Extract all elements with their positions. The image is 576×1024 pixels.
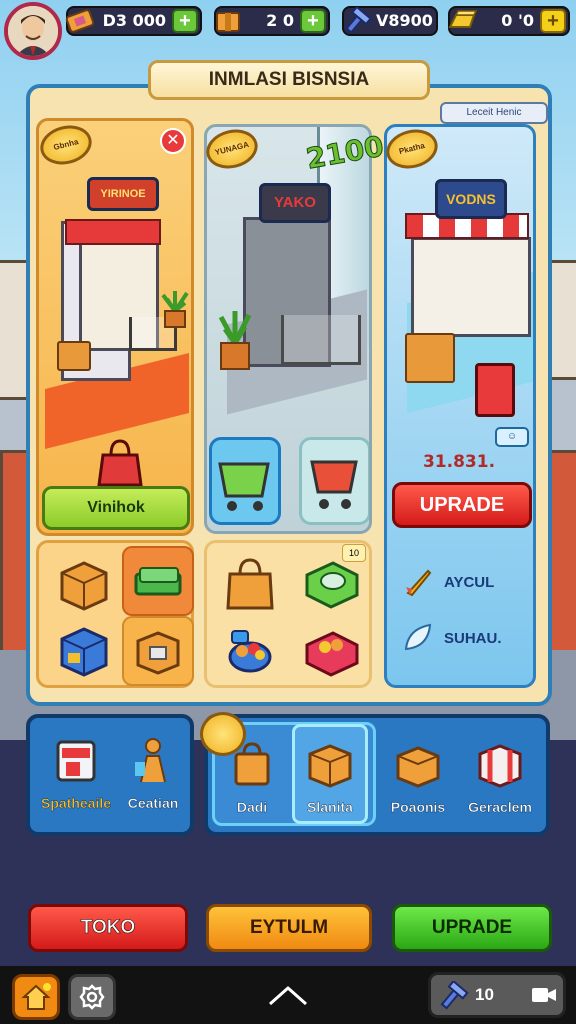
produce-tray-icon bbox=[305, 561, 359, 609]
potted-plant-icon bbox=[218, 311, 252, 370]
blue-package-icon bbox=[60, 627, 108, 677]
hammer-icon bbox=[440, 981, 469, 1010]
menu-item-store-label: Spatheaile bbox=[40, 795, 112, 811]
top-bar: D3 000 + 2 0 + V8900 0 '0 + bbox=[0, 0, 576, 64]
menu-badge bbox=[200, 712, 246, 756]
paper-bag-icon bbox=[226, 558, 274, 610]
menu-item-poaonis-label: Poaonis bbox=[390, 799, 446, 815]
info-tag: ☺ bbox=[495, 427, 529, 447]
tape-box-icon bbox=[136, 631, 180, 675]
menu-item-worker[interactable]: Ceatian bbox=[118, 734, 188, 811]
crates-value: 2 0 bbox=[266, 11, 294, 30]
menu-item-slanita[interactable]: Slanita bbox=[294, 738, 366, 815]
nav-resource: 10 bbox=[428, 972, 566, 1018]
rocket-icon bbox=[406, 569, 432, 597]
shop-sign-3: VODNS bbox=[435, 179, 507, 219]
avatar-portrait-icon bbox=[8, 6, 58, 56]
inventory-item-cash[interactable] bbox=[122, 546, 194, 616]
card-3-upgrade-button[interactable]: UPRADE bbox=[392, 482, 532, 528]
panel-tag: Leceit Henic bbox=[440, 102, 548, 124]
menu-item-geraclem[interactable]: Geraclem bbox=[462, 738, 538, 815]
cash-stack-icon bbox=[134, 567, 182, 596]
box-icon bbox=[308, 744, 352, 788]
inventory-item-bag[interactable] bbox=[214, 548, 286, 618]
tools-value: V8900 bbox=[376, 11, 433, 30]
tickets-value: D3 000 bbox=[102, 11, 166, 30]
video-camera-icon[interactable] bbox=[531, 985, 557, 1005]
box-icon bbox=[60, 561, 108, 611]
card-1-button[interactable]: Vinihok bbox=[42, 486, 190, 530]
add-gold-button[interactable]: + bbox=[540, 9, 566, 33]
inventory-item-crate-fruit[interactable] bbox=[296, 616, 368, 686]
nav-resource-value: 10 bbox=[475, 985, 494, 1004]
shop-card-2[interactable]: YAKO bbox=[204, 124, 372, 534]
cart-option-2[interactable] bbox=[299, 437, 369, 525]
shop-card-3[interactable]: VODNS ☺ bbox=[384, 124, 536, 688]
shop-sign-1: YIRINOE bbox=[87, 177, 159, 211]
inventory-item-package[interactable] bbox=[48, 614, 120, 684]
fruit-crate-icon bbox=[305, 631, 359, 677]
gold-value: 0 '0 bbox=[501, 11, 534, 30]
add-crates-button[interactable]: + bbox=[300, 9, 326, 33]
menu-item-geraclem-label: Geraclem bbox=[468, 799, 532, 815]
shelf-header bbox=[65, 219, 161, 245]
cart-option-1[interactable] bbox=[209, 437, 281, 525]
option-rocket-label: AYCUL bbox=[444, 573, 495, 591]
home-button[interactable] bbox=[12, 974, 60, 1020]
resource-crates: 2 0 + bbox=[214, 6, 330, 36]
atm-machine bbox=[475, 363, 515, 417]
product-box bbox=[405, 333, 455, 383]
close-icon[interactable]: ✕ bbox=[160, 128, 186, 154]
shopping-bag-icon bbox=[97, 439, 143, 487]
nav-home-chevron-icon[interactable] bbox=[266, 980, 310, 1010]
produce-cart-icon bbox=[281, 315, 361, 365]
inventory-item-box[interactable] bbox=[48, 548, 120, 618]
home-icon bbox=[21, 983, 51, 1010]
fruit-bowl-icon bbox=[228, 630, 272, 673]
leaf-icon bbox=[404, 623, 432, 651]
menu-item-worker-label: Ceatian bbox=[127, 795, 179, 811]
full-cart-icon bbox=[218, 462, 270, 511]
basket-cart-icon bbox=[310, 460, 358, 509]
page-title: INMLASI BISNSIA bbox=[148, 60, 430, 100]
settings-button[interactable] bbox=[68, 974, 116, 1020]
menu-item-poaonis[interactable]: Poaonis bbox=[380, 738, 456, 815]
shop-sign-2: YAKO bbox=[259, 183, 331, 223]
inventory-item-bowl[interactable] bbox=[214, 616, 286, 686]
player-avatar[interactable] bbox=[4, 2, 62, 60]
crate-icon bbox=[210, 4, 246, 38]
toko-button[interactable]: TOKO bbox=[28, 904, 188, 952]
cardboard-box bbox=[57, 341, 91, 371]
worker-icon bbox=[135, 738, 166, 783]
hammer-icon bbox=[338, 4, 374, 38]
menu-item-store[interactable]: Spatheaile bbox=[32, 734, 120, 811]
package-icon bbox=[396, 746, 440, 788]
resource-tickets: D3 000 + bbox=[65, 6, 202, 36]
resource-gold: 0 '0 + bbox=[448, 6, 570, 36]
ticket-icon bbox=[62, 4, 98, 38]
plant-icon bbox=[161, 291, 189, 328]
add-tickets-button[interactable]: + bbox=[172, 9, 198, 33]
option-leaf-label: SUHAU. bbox=[444, 629, 502, 647]
option-rocket[interactable]: AYCUL bbox=[402, 562, 532, 602]
upgrade-button[interactable]: UPRADE bbox=[392, 904, 552, 952]
market-stall bbox=[411, 237, 531, 337]
option-leaf[interactable]: SUHAU. bbox=[402, 618, 532, 658]
store-icon bbox=[56, 740, 96, 782]
count-tag: 10 bbox=[342, 544, 366, 562]
gift-box-icon bbox=[478, 744, 522, 788]
gear-icon bbox=[79, 984, 105, 1010]
menu-item-slanita-label: Slanita bbox=[307, 799, 353, 815]
menu-item-dadi-label: Dadi bbox=[236, 799, 268, 815]
resource-tools: V8900 bbox=[342, 6, 438, 36]
inventory-item-crate[interactable] bbox=[122, 616, 194, 686]
shop-card-1[interactable]: YIRINOE bbox=[36, 118, 194, 536]
upgrade-cost: 31.831. bbox=[422, 452, 496, 472]
eytulm-button[interactable]: EYTULM bbox=[206, 904, 372, 952]
gold-bar-icon bbox=[444, 4, 480, 38]
